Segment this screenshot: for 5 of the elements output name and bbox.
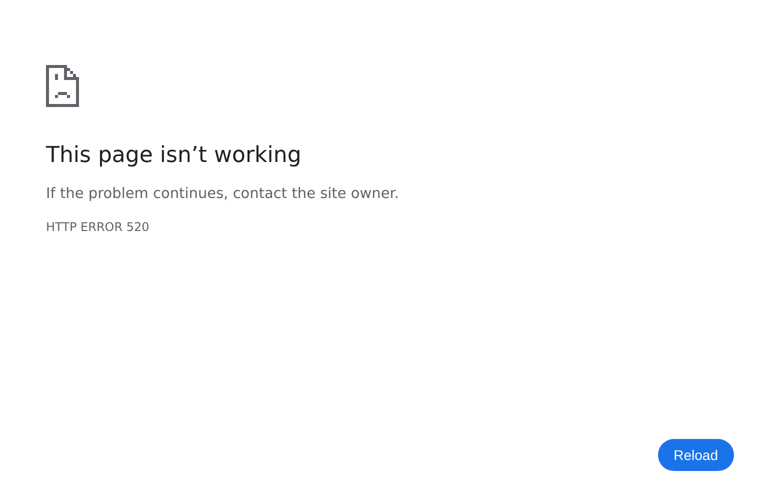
reload-button[interactable]: Reload [658, 439, 734, 471]
error-message: If the problem continues, contact the site owner. [46, 185, 400, 204]
error-code: HTTP ERROR 520 [46, 219, 150, 235]
sad-document-icon [46, 65, 79, 107]
error-heading: This page isn’t working [46, 142, 302, 170]
